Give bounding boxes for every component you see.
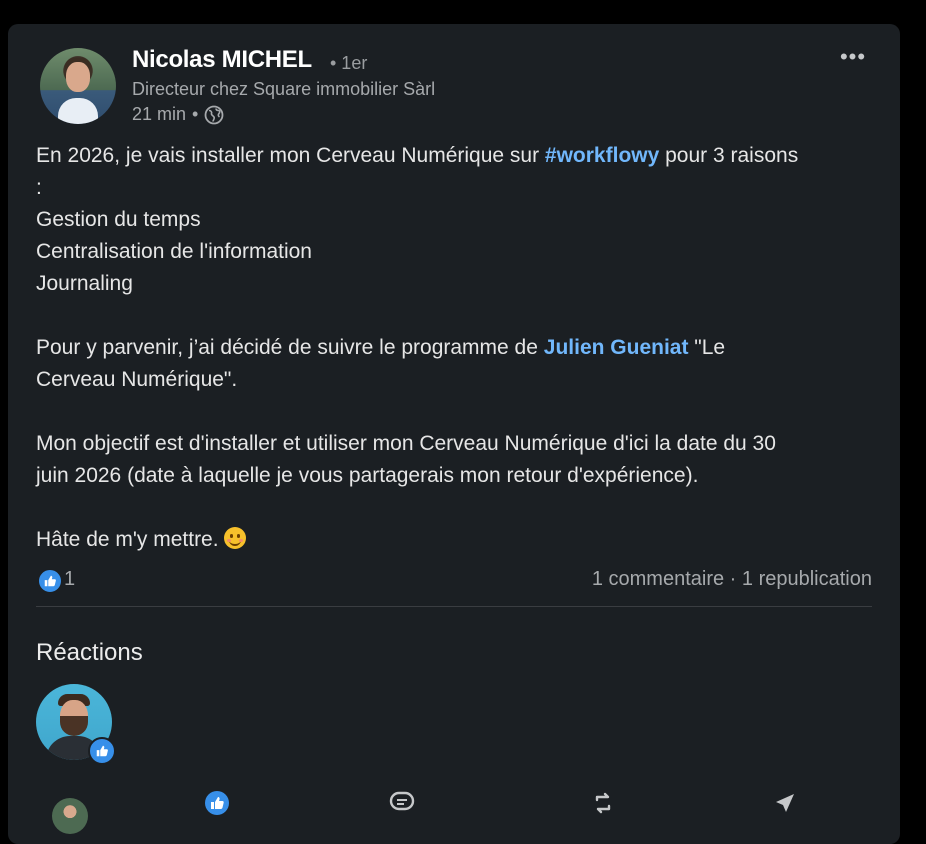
post-text: En 2026, je vais installer mon Cerveau N… <box>36 140 876 556</box>
post-line: : <box>36 176 42 199</box>
post-time: 21 min <box>132 104 187 124</box>
like-badge-icon <box>88 737 116 765</box>
like-count[interactable]: 1 <box>64 568 75 591</box>
post-line: juin 2026 (date à laquelle je vous parta… <box>36 464 699 487</box>
post-meta: 21 min • <box>132 104 224 125</box>
globe-icon <box>204 105 224 124</box>
comment-icon[interactable] <box>388 790 418 820</box>
more-options-icon[interactable]: ••• <box>838 44 868 69</box>
post-line: Pour y parvenir, j’ai décidé de suivre l… <box>36 332 876 364</box>
post-text-segment: "Le <box>688 336 726 359</box>
author-name[interactable]: Nicolas MICHEL <box>132 46 312 74</box>
post-card: Nicolas MICHEL • 1er Directeur chez Squa… <box>8 24 900 844</box>
social-counts: 1 1 commentaire · 1 republication <box>36 567 872 597</box>
author-headline: Directeur chez Square immobilier Sàrl <box>132 79 436 99</box>
post-line: Hâte de m'y mettre. <box>36 524 876 556</box>
divider <box>36 606 872 607</box>
reposts-count-link[interactable]: 1 republication <box>742 568 872 590</box>
post-line: Mon objectif est d'installer et utiliser… <box>36 432 776 455</box>
post-text-segment: Hâte de m'y mettre. <box>36 528 225 551</box>
like-icon[interactable] <box>204 790 234 820</box>
comments-count-link[interactable]: 1 commentaire <box>592 568 724 590</box>
post-text-segment: En 2026, je vais installer mon Cerveau N… <box>36 144 545 167</box>
like-reaction-icon[interactable] <box>38 569 62 593</box>
author-avatar[interactable] <box>40 48 116 124</box>
smiling-face-emoji <box>224 527 247 549</box>
hashtag-link[interactable]: #workflowy <box>545 144 659 167</box>
post-line: Centralisation de l'information <box>36 240 312 263</box>
stats-separator: · <box>724 568 742 590</box>
meta-separator: • <box>192 104 199 124</box>
post-text-segment: pour 3 raisons <box>659 144 799 167</box>
connection-degree: • 1er <box>330 53 368 73</box>
post-line: En 2026, je vais installer mon Cerveau N… <box>36 140 876 172</box>
repost-icon[interactable] <box>590 790 620 820</box>
engagement-summary: 1 commentaire · 1 republication <box>592 568 872 591</box>
reactions-heading: Réactions <box>36 639 143 666</box>
send-icon[interactable] <box>772 790 802 820</box>
viewer-avatar[interactable] <box>52 798 88 834</box>
post-line: Gestion du temps <box>36 208 201 231</box>
action-bar <box>8 790 900 834</box>
post-line: Journaling <box>36 272 133 295</box>
post-line: Cerveau Numérique". <box>36 368 238 391</box>
mention-link[interactable]: Julien Gueniat <box>544 336 689 359</box>
post-text-segment: Pour y parvenir, j’ai décidé de suivre l… <box>36 336 544 359</box>
